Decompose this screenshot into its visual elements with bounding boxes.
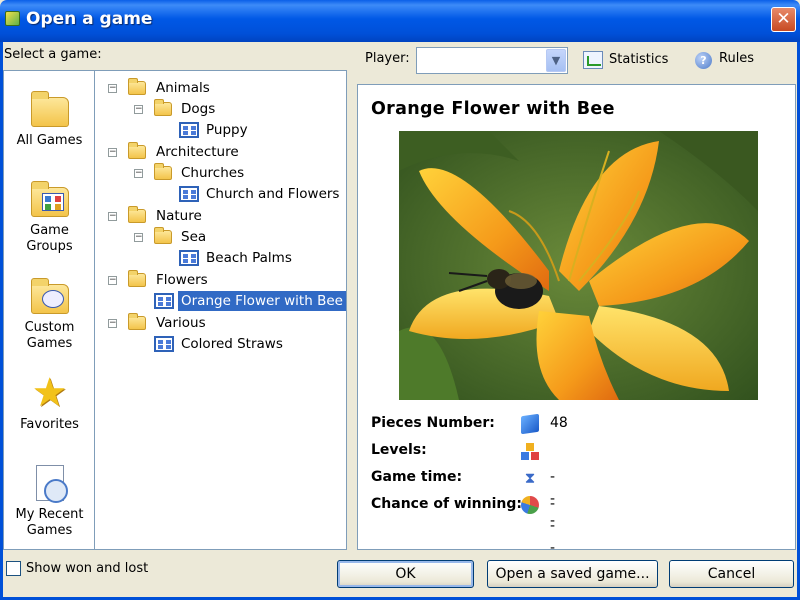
statistics-button[interactable]: Statistics (583, 50, 673, 72)
tree-item-animals[interactable]: Animals (153, 78, 213, 98)
folder-icon (128, 142, 146, 159)
collapse-icon[interactable]: − (108, 148, 117, 157)
tree-item-various[interactable]: Various (153, 313, 209, 333)
recent-games-icon (28, 463, 72, 503)
folder-icon (128, 206, 146, 223)
cancel-button[interactable]: Cancel (669, 560, 794, 588)
custom-games-icon (28, 276, 72, 316)
game-preview-image (399, 131, 758, 400)
tree-item-architecture[interactable]: Architecture (153, 142, 242, 162)
player-label: Player: (365, 51, 410, 66)
help-icon: ? (695, 52, 712, 69)
folder-icon (154, 99, 172, 116)
tree-item-beach-palms[interactable]: Beach Palms (203, 248, 295, 268)
pieces-value: 48 (550, 415, 568, 431)
levels-label: Levels: (371, 442, 427, 458)
sidebar-item-label: Favorites (20, 417, 79, 432)
category-sidebar: All Games Game Groups Custom Games ★ Fav… (3, 70, 94, 550)
collapse-icon[interactable]: − (134, 233, 143, 242)
levels-icon (521, 442, 539, 460)
game-tree[interactable]: − Animals − Dogs Puppy − Architecture − … (94, 70, 347, 550)
folder-icon (154, 163, 172, 180)
pieces-label: Pieces Number: (371, 415, 495, 431)
tree-item-churches[interactable]: Churches (178, 163, 247, 183)
chance-label: Chance of winning: (371, 496, 522, 512)
show-won-lost-checkbox[interactable] (6, 561, 21, 576)
sidebar-item-all-games[interactable]: All Games (4, 89, 95, 149)
tree-item-colored-straws[interactable]: Colored Straws (178, 334, 286, 354)
folder-icon (128, 270, 146, 287)
folder-icon (128, 78, 146, 95)
sidebar-item-label: My Recent Games (15, 507, 84, 538)
puzzle-icon (179, 122, 199, 138)
tree-item-puppy[interactable]: Puppy (203, 120, 251, 140)
puzzle-icon (154, 293, 174, 309)
sidebar-item-label: Game Groups (26, 223, 73, 254)
puzzle-icon (179, 250, 199, 266)
collapse-icon[interactable]: − (134, 105, 143, 114)
chance-value: --- (550, 496, 556, 556)
rules-button[interactable]: ? Rules (695, 50, 760, 72)
pie-chart-icon (521, 496, 539, 514)
star-icon: ★ (31, 370, 68, 416)
app-icon (5, 11, 20, 26)
puzzle-icon (179, 186, 199, 202)
preview-panel: Orange Flower with Bee Pieces Number: 48… (357, 84, 796, 556)
tree-item-orange-flower-with-bee[interactable]: Orange Flower with Bee (178, 291, 346, 311)
tree-item-nature[interactable]: Nature (153, 206, 205, 226)
statistics-label: Statistics (609, 52, 669, 67)
ok-button[interactable]: OK (337, 560, 474, 588)
folder-icon (154, 227, 172, 244)
collapse-icon[interactable]: − (134, 169, 143, 178)
hourglass-icon: ⧗ (524, 469, 536, 487)
tree-item-sea[interactable]: Sea (178, 227, 209, 247)
sidebar-item-favorites[interactable]: ★ Favorites (4, 373, 95, 433)
folder-icon (28, 89, 72, 129)
chart-icon (583, 51, 603, 69)
tree-item-dogs[interactable]: Dogs (178, 99, 218, 119)
collapse-icon[interactable]: − (108, 212, 117, 221)
sidebar-item-label: All Games (16, 133, 83, 148)
folder-icon (128, 313, 146, 330)
sidebar-item-label: Custom Games (24, 320, 75, 351)
game-time-label: Game time: (371, 469, 463, 485)
show-won-lost-label[interactable]: Show won and lost (26, 561, 148, 576)
collapse-icon[interactable]: − (108, 319, 117, 328)
rules-label: Rules (719, 51, 755, 66)
window-title: Open a game (26, 9, 153, 29)
player-select[interactable]: ▼ (416, 47, 568, 74)
cube-icon (521, 413, 539, 435)
close-button[interactable]: ✕ (771, 7, 796, 32)
sidebar-item-game-groups[interactable]: Game Groups (4, 179, 95, 255)
collapse-icon[interactable]: − (108, 84, 117, 93)
open-saved-game-button[interactable]: Open a saved game... (487, 560, 658, 588)
puzzle-icon (154, 336, 174, 352)
game-groups-icon (28, 179, 72, 219)
game-title: Orange Flower with Bee (371, 99, 615, 119)
select-game-label: Select a game: (4, 47, 102, 62)
tree-item-church-and-flowers[interactable]: Church and Flowers (203, 184, 342, 204)
title-bar: Open a game ✕ (0, 0, 800, 42)
collapse-icon[interactable]: − (108, 276, 117, 285)
sidebar-item-custom-games[interactable]: Custom Games (4, 276, 95, 352)
sidebar-item-recent-games[interactable]: My Recent Games (4, 463, 95, 539)
chevron-down-icon[interactable]: ▼ (546, 49, 566, 72)
tree-item-flowers[interactable]: Flowers (153, 270, 211, 290)
